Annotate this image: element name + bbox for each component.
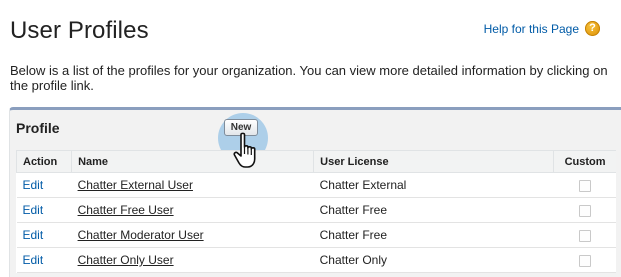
edit-link[interactable]: Edit: [16, 197, 72, 223]
edit-link[interactable]: Edit: [16, 222, 72, 248]
user-license-cell: Chatter Free: [313, 197, 554, 223]
user-license-cell: Chatter Free: [313, 222, 554, 248]
page-description: Below is a list of the profiles for your…: [10, 63, 608, 93]
help-link-label: Help for this Page: [483, 21, 579, 36]
custom-checkbox: [578, 229, 591, 242]
column-header-name[interactable]: Name: [71, 150, 314, 173]
table-header-row: Action Name User License Custom: [15, 150, 616, 173]
page-title: User Profiles: [10, 17, 149, 44]
help-icon[interactable]: ?: [585, 21, 600, 36]
hand-pointer-cursor-icon: [233, 132, 256, 168]
custom-checkbox: [578, 179, 591, 192]
column-header-action: Action: [15, 150, 72, 173]
table-row: Edit Chatter External User Chatter Exter…: [16, 172, 616, 198]
panel-title: Profile: [16, 120, 60, 136]
table-row: Edit Chatter Only User Chatter Only: [16, 247, 616, 273]
help-link[interactable]: Help for this Page ?: [484, 21, 600, 36]
profile-name-link[interactable]: Chatter External User: [78, 178, 193, 192]
edit-link[interactable]: Edit: [16, 247, 72, 273]
profile-name-link[interactable]: Chatter Free User: [78, 203, 174, 217]
profile-name-link[interactable]: Chatter Moderator User: [78, 228, 204, 242]
user-license-cell: Chatter External: [313, 172, 554, 198]
edit-link[interactable]: Edit: [16, 172, 72, 198]
column-header-custom[interactable]: Custom: [553, 150, 616, 173]
profile-panel: Profile New Action Name User License Cus…: [9, 107, 621, 277]
profiles-table: Action Name User License Custom Edit Cha…: [15, 150, 616, 273]
custom-checkbox: [578, 254, 591, 267]
user-license-cell: Chatter Only: [313, 247, 554, 273]
profile-name-link[interactable]: Chatter Only User: [78, 253, 174, 267]
custom-checkbox: [578, 204, 591, 217]
column-header-user-license[interactable]: User License: [313, 150, 554, 173]
table-row: Edit Chatter Moderator User Chatter Free: [16, 222, 616, 248]
table-row: Edit Chatter Free User Chatter Free: [16, 197, 616, 223]
